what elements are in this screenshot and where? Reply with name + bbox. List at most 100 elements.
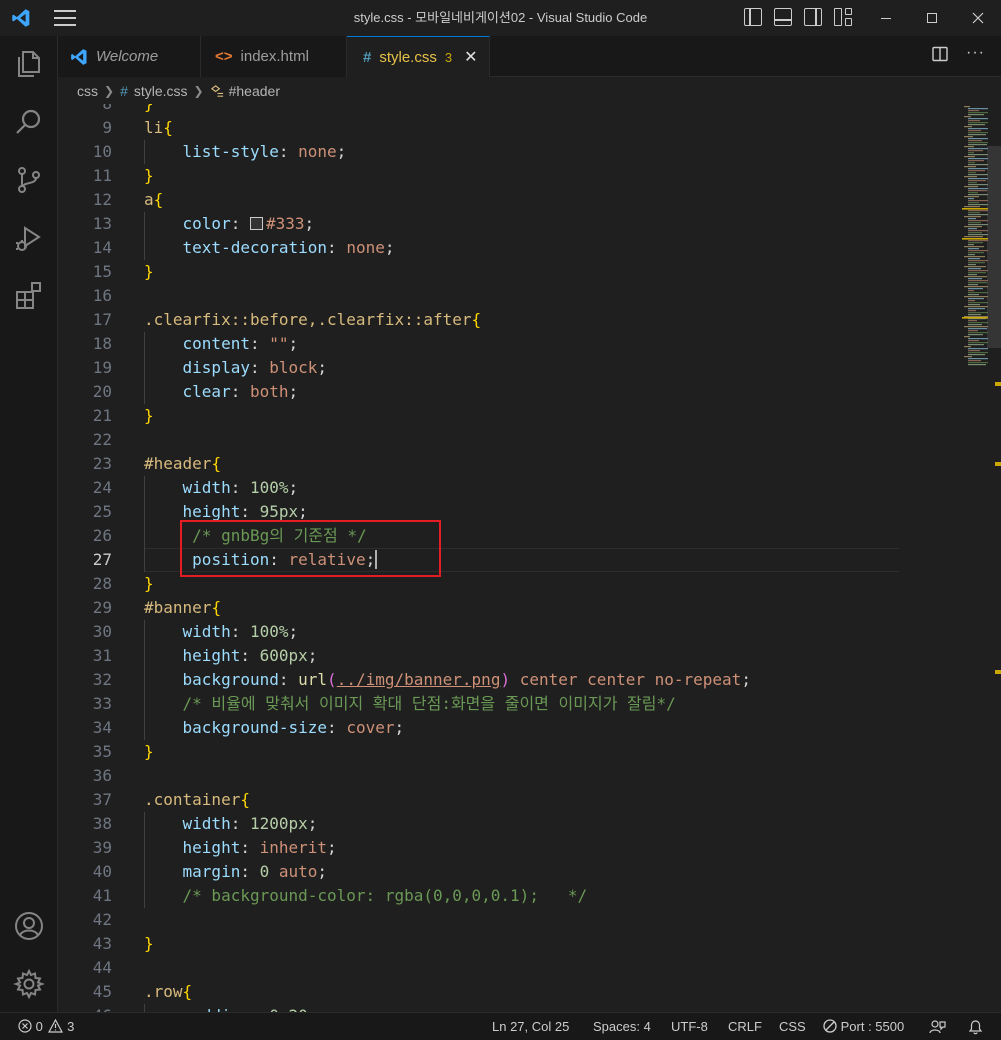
line-number: 33 — [92, 694, 112, 713]
line-number: 20 — [92, 382, 112, 401]
code-line[interactable]: 20 clear: both; — [58, 380, 898, 404]
code-line[interactable]: 23 #header{ — [58, 452, 898, 476]
code-line[interactable]: 36 — [58, 764, 898, 788]
minimap[interactable] — [898, 104, 988, 1012]
minimap-line — [968, 262, 985, 264]
minimap-line — [964, 206, 980, 208]
code-line[interactable]: 24 width: 100%; — [58, 476, 898, 500]
code-editor[interactable]: 8}9li{10 list-style: none;11}12a{13 colo… — [58, 104, 1001, 1012]
customize-layout-icon[interactable] — [834, 8, 852, 26]
vertical-scrollbar-thumb[interactable] — [987, 146, 1001, 348]
menu-hamburger-icon[interactable] — [54, 10, 76, 26]
minimap-line — [968, 292, 988, 294]
toggle-panel-icon[interactable] — [774, 8, 792, 26]
code-line[interactable]: 45 .row{ — [58, 980, 898, 1004]
maximize-button[interactable] — [909, 0, 955, 36]
breadcrumb-file[interactable]: style.css — [134, 83, 188, 99]
breadcrumb-folder[interactable]: css — [77, 83, 98, 99]
code-line[interactable]: 19 display: block; — [58, 356, 898, 380]
minimap-line — [964, 246, 984, 248]
minimap-line — [968, 320, 977, 322]
feedback-icon[interactable] — [929, 1019, 946, 1035]
color-swatch[interactable] — [249, 217, 263, 230]
tab-welcome[interactable]: Welcome — [58, 36, 201, 77]
tab-index-html[interactable]: <> index.html — [201, 36, 347, 77]
minimap-line — [964, 196, 979, 198]
explorer-icon[interactable] — [13, 48, 45, 80]
code-line[interactable]: 21} — [58, 404, 898, 428]
search-icon[interactable] — [13, 106, 45, 138]
tab-label: index.html — [240, 48, 309, 65]
code-line[interactable]: 10 list-style: none; — [58, 140, 898, 164]
toggle-secondary-sidebar-icon[interactable] — [804, 8, 822, 26]
minimap-line — [968, 314, 981, 316]
code-line[interactable]: 40 margin: 0 auto; — [58, 860, 898, 884]
symbol-selector-icon — [210, 84, 223, 97]
minimap-line — [968, 204, 988, 206]
extensions-icon[interactable] — [13, 280, 45, 312]
code-line[interactable]: 15} — [58, 260, 898, 284]
code-line[interactable]: 11} — [58, 164, 898, 188]
line-number: 14 — [92, 238, 112, 257]
code-line[interactable]: 46 padding: 0 20px; — [58, 1004, 898, 1012]
code-line[interactable]: 44 — [58, 956, 898, 980]
minimap-line — [968, 164, 988, 166]
toggle-primary-sidebar-icon[interactable] — [744, 8, 762, 26]
code-line[interactable]: 43} — [58, 932, 898, 956]
code-line[interactable]: 17 .clearfix::before,.clearfix::after{ — [58, 308, 898, 332]
indent-guide — [144, 716, 145, 740]
code-line[interactable]: 42 — [58, 908, 898, 932]
settings-gear-icon[interactable] — [13, 968, 45, 1000]
notifications-bell-icon[interactable] — [968, 1019, 983, 1035]
code-line[interactable]: 31 height: 600px; — [58, 644, 898, 668]
account-icon[interactable] — [13, 910, 45, 942]
code-line[interactable]: 13 color: #333; — [58, 212, 898, 236]
minimize-button[interactable] — [863, 0, 909, 36]
code-line[interactable]: 8} — [58, 104, 898, 116]
minimap-line — [964, 166, 976, 168]
minimap-line — [968, 220, 988, 222]
code-line[interactable]: 18 content: ""; — [58, 332, 898, 356]
minimap-line — [968, 352, 988, 354]
indentation-status[interactable]: Spaces: 4 — [593, 1013, 651, 1040]
live-server-status[interactable]: Port : 5500 — [823, 1013, 904, 1040]
code-line[interactable]: 35} — [58, 740, 898, 764]
highlight-annotation-box — [180, 520, 441, 577]
split-editor-icon[interactable] — [932, 46, 948, 62]
minimap-line — [968, 124, 985, 126]
close-window-button[interactable] — [955, 0, 1001, 36]
code-line[interactable]: 12 a{ — [58, 188, 898, 212]
code-line[interactable]: 33 /* 비율에 맞춰서 이미지 확대 단점:화면을 줄이면 이미지가 잘림*… — [58, 692, 898, 716]
close-icon — [972, 12, 984, 24]
code-line[interactable]: 16 — [58, 284, 898, 308]
problems-status[interactable]: 0 3 — [18, 1013, 74, 1040]
encoding-status[interactable]: UTF-8 — [671, 1013, 708, 1040]
source-control-icon[interactable] — [13, 164, 45, 196]
minimap-line — [968, 224, 988, 226]
code-line[interactable]: 30 width: 100%; — [58, 620, 898, 644]
close-tab-icon[interactable]: ✕ — [464, 47, 477, 67]
code-line[interactable]: 34 background-size: cover; — [58, 716, 898, 740]
code-line[interactable]: 41 /* background-color: rgba(0,0,0,0.1);… — [58, 884, 898, 908]
run-debug-icon[interactable] — [13, 222, 45, 254]
code-line[interactable]: 29 #banner{ — [58, 596, 898, 620]
minimap-line — [968, 260, 988, 262]
more-actions-icon[interactable]: ··· — [966, 45, 985, 62]
code-line[interactable]: 37 .container{ — [58, 788, 898, 812]
indent-guide — [144, 692, 145, 716]
language-mode[interactable]: CSS — [779, 1013, 806, 1040]
indent-guide — [144, 548, 145, 572]
minimap-line — [968, 142, 988, 144]
code-line[interactable]: 9 li{ — [58, 116, 898, 140]
breadcrumb-symbol[interactable]: #header — [229, 83, 280, 99]
code-line[interactable]: 39 height: inherit; — [58, 836, 898, 860]
code-line[interactable]: 22 — [58, 428, 898, 452]
cursor-position[interactable]: Ln 27, Col 25 — [492, 1013, 569, 1040]
code-line[interactable]: 38 width: 1200px; — [58, 812, 898, 836]
eol-status[interactable]: CRLF — [728, 1013, 762, 1040]
minimap-line — [964, 146, 974, 148]
code-line[interactable]: 32 background: url(../img/banner.png) ce… — [58, 668, 898, 692]
tab-style-css[interactable]: # style.css 3 ✕ — [347, 36, 490, 77]
code-line[interactable]: 14 text-decoration: none; — [58, 236, 898, 260]
line-number: 28 — [92, 574, 112, 593]
